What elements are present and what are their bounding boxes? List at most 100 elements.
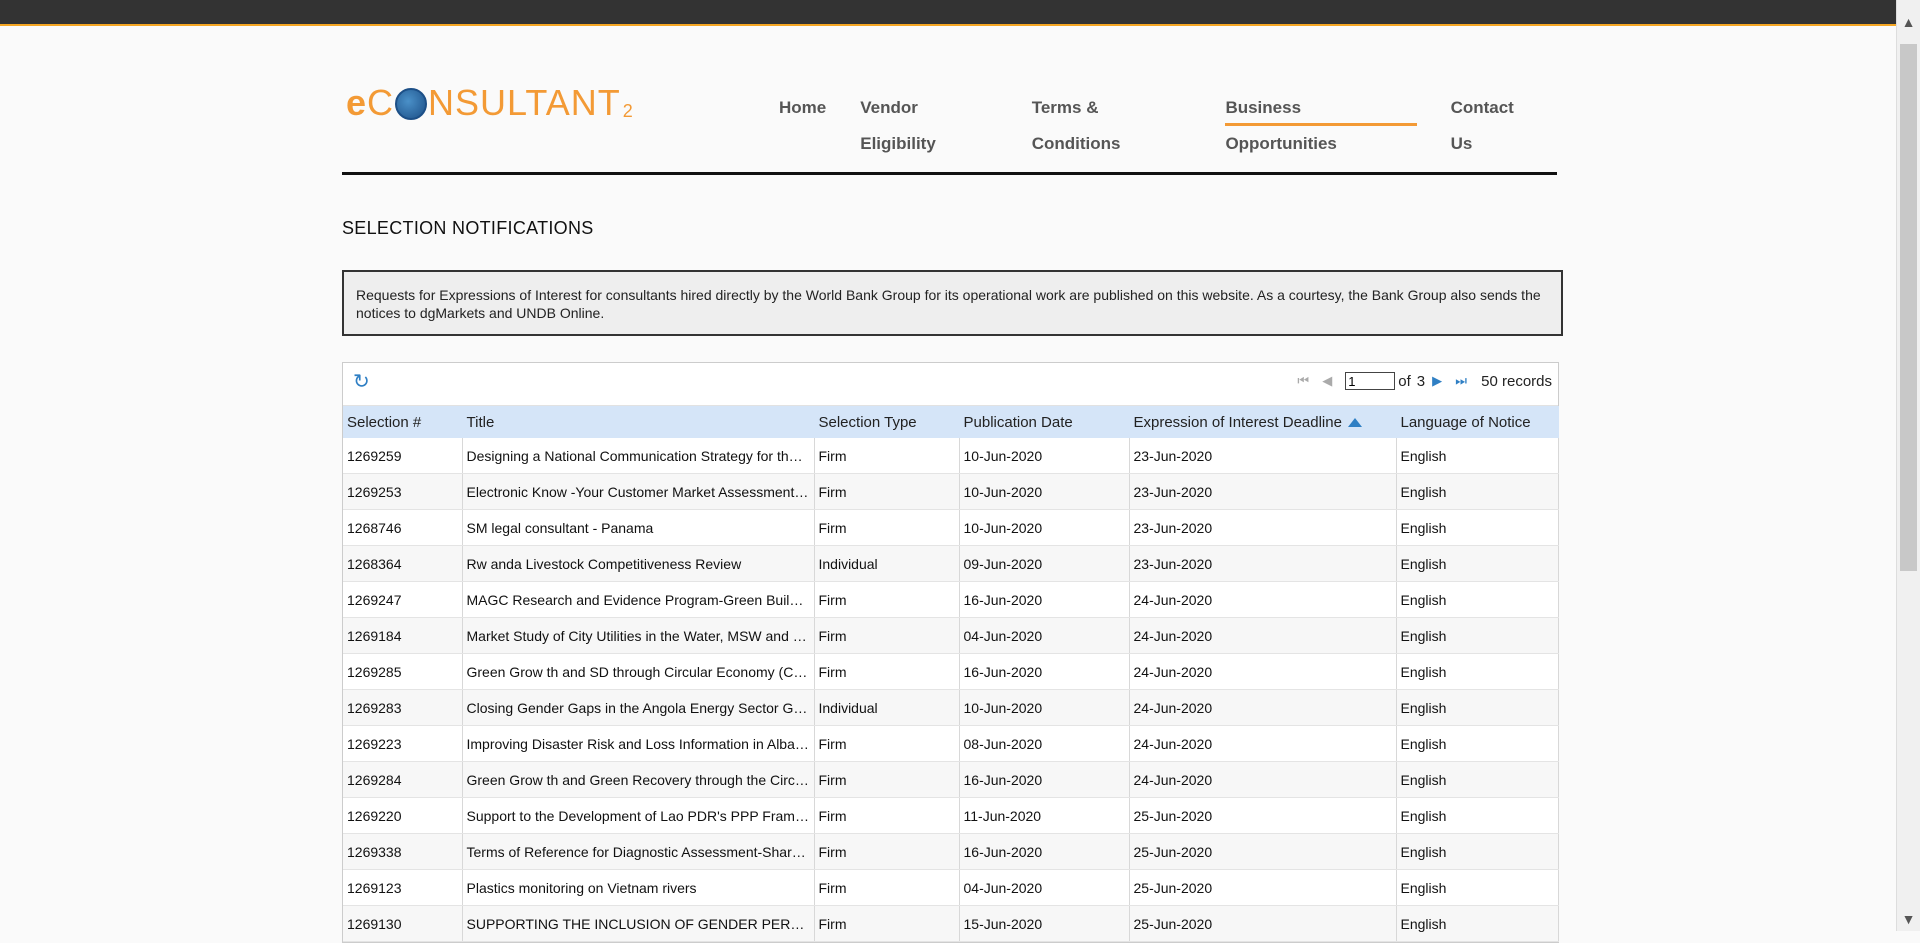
table-row[interactable]: 1269223 Improving Disaster Risk and Loss … [343, 725, 1559, 762]
cell-language: English [1396, 833, 1559, 870]
cell-eoi-deadline: 23-Jun-2020 [1129, 438, 1397, 474]
cell-selection-number: 1269284 [343, 761, 463, 798]
cell-eoi-deadline: 25-Jun-2020 [1129, 833, 1397, 870]
cell-selection-type: Firm [814, 473, 960, 510]
cell-selection-number: 1269259 [343, 438, 463, 474]
scroll-up-icon[interactable]: ▲ [1897, 12, 1920, 32]
col-label: Title [466, 413, 495, 431]
cell-selection-number: 1268364 [343, 545, 463, 582]
col-title[interactable]: Title [462, 406, 815, 438]
cell-selection-type: Firm [814, 797, 960, 834]
prev-page-icon[interactable]: ◀ [1318, 371, 1336, 391]
cell-title[interactable]: SM legal consultant - Panama [462, 509, 815, 546]
col-label: Selection # [347, 413, 422, 431]
cell-publication-date: 04-Jun-2020 [959, 869, 1130, 906]
cell-selection-number: 1269338 [343, 833, 463, 870]
cell-title[interactable]: MAGC Research and Evidence Program-Green… [462, 581, 815, 618]
cell-title[interactable]: Terms of Reference for Diagnostic Assess… [462, 833, 815, 870]
cell-eoi-deadline: 25-Jun-2020 [1129, 905, 1397, 942]
cell-title[interactable]: SUPPORTING THE INCLUSION OF GENDER PERSP… [462, 905, 815, 942]
cell-title[interactable]: Designing a National Communication Strat… [462, 438, 815, 474]
cell-title[interactable]: Electronic Know -Your Customer Market As… [462, 473, 815, 510]
cell-selection-number: 1269253 [343, 473, 463, 510]
table-row[interactable]: 1269220 Support to the Development of Lao… [343, 797, 1559, 834]
nav-terms-conditions[interactable]: Terms & Conditions [1015, 90, 1209, 153]
col-publication-date[interactable]: Publication Date [959, 406, 1130, 438]
cell-title[interactable]: Market Study of City Utilities in the Wa… [462, 617, 815, 654]
page-scrollbar[interactable]: ▲ ▼ [1896, 0, 1920, 931]
col-label: Selection Type [818, 413, 917, 431]
nav-home[interactable]: Home [762, 90, 843, 126]
cell-language: English [1396, 725, 1559, 762]
cell-eoi-deadline: 24-Jun-2020 [1129, 653, 1397, 690]
col-language[interactable]: Language of Notice [1396, 406, 1559, 438]
col-eoi-deadline[interactable]: Expression of Interest Deadline [1129, 406, 1397, 438]
cell-title[interactable]: Rw anda Livestock Competitiveness Review [462, 545, 815, 582]
logo-text: NSULTANT [428, 82, 621, 123]
table-row[interactable]: 1269284 Green Grow th and Green Recovery … [343, 761, 1559, 798]
cell-publication-date: 10-Jun-2020 [959, 473, 1130, 510]
cell-title[interactable]: Support to the Development of Lao PDR's … [462, 797, 815, 834]
cell-title[interactable]: Green Grow th and SD through Circular Ec… [462, 653, 815, 690]
table-row[interactable]: 1269247 MAGC Research and Evidence Progra… [343, 581, 1559, 618]
table-row[interactable]: 1269123 Plastics monitoring on Vietnam ri… [343, 869, 1559, 906]
table-row[interactable]: 1269338 Terms of Reference for Diagnostic… [343, 833, 1559, 870]
last-page-icon[interactable]: ⏭ [1452, 371, 1470, 391]
cell-eoi-deadline: 24-Jun-2020 [1129, 689, 1397, 726]
nav-contact-us[interactable]: Contact Us [1434, 90, 1557, 153]
cell-selection-type: Firm [814, 617, 960, 654]
col-label: Publication Date [963, 413, 1073, 431]
col-selection-number[interactable]: Selection # [343, 406, 463, 438]
table-row[interactable]: 1268746 SM legal consultant - Panama Firm 1… [343, 509, 1559, 546]
first-page-icon[interactable]: ⏮ [1294, 371, 1312, 391]
pager-of-label: of [1398, 372, 1411, 390]
cell-title[interactable]: Closing Gender Gaps in the Angola Energy… [462, 689, 815, 726]
page-title: SELECTION NOTIFICATIONS [342, 218, 594, 238]
next-page-icon[interactable]: ▶ [1428, 371, 1446, 391]
cell-selection-number: 1269130 [343, 905, 463, 942]
cell-selection-type: Firm [814, 833, 960, 870]
cell-title[interactable]: Green Grow th and Green Recovery through… [462, 761, 815, 798]
table-row[interactable]: 1268364 Rw anda Livestock Competitiveness… [343, 545, 1559, 582]
cell-selection-number: 1269123 [343, 869, 463, 906]
cell-selection-number: 1268746 [343, 509, 463, 546]
refresh-icon[interactable]: ↻ [353, 372, 373, 392]
cell-publication-date: 10-Jun-2020 [959, 509, 1130, 546]
cell-title[interactable]: Plastics monitoring on Vietnam rivers [462, 869, 815, 906]
table-row[interactable]: 1269253 Electronic Know -Your Customer Ma… [343, 473, 1559, 510]
table-row[interactable]: 1269285 Green Grow th and SD through Circ… [343, 653, 1559, 690]
nav-vendor-eligibility[interactable]: Vendor Eligibility [843, 90, 1014, 153]
main-nav: Home Vendor Eligibility Terms & Conditio… [762, 90, 1557, 153]
cell-selection-type: Firm [814, 761, 960, 798]
cell-eoi-deadline: 24-Jun-2020 [1129, 761, 1397, 798]
cell-publication-date: 08-Jun-2020 [959, 725, 1130, 762]
cell-publication-date: 15-Jun-2020 [959, 905, 1130, 942]
cell-eoi-deadline: 24-Jun-2020 [1129, 581, 1397, 618]
pager: ⏮ ◀ of 3 ▶ ⏭ 50 records [1291, 371, 1552, 391]
logo-letter-c: C [367, 82, 395, 123]
pager-total-pages: 3 [1416, 372, 1426, 390]
table-row[interactable]: 1269184 Market Study of City Utilities in… [343, 617, 1559, 654]
table-row[interactable]: 1269130 SUPPORTING THE INCLUSION OF GENDE… [343, 905, 1559, 942]
cell-selection-type: Firm [814, 509, 960, 546]
cell-language: English [1396, 545, 1559, 582]
scroll-thumb[interactable] [1900, 44, 1917, 571]
nav-business-opportunities[interactable]: Business Opportunities [1208, 90, 1433, 153]
cell-publication-date: 10-Jun-2020 [959, 438, 1130, 474]
cell-language: English [1396, 761, 1559, 798]
cell-title[interactable]: Improving Disaster Risk and Loss Informa… [462, 725, 815, 762]
cell-selection-number: 1269184 [343, 617, 463, 654]
notifications-grid: ↻ ⏮ ◀ of 3 ▶ ⏭ 50 records Selection # Ti… [342, 362, 1559, 943]
table-row[interactable]: 1269259 Designing a National Communicatio… [343, 438, 1559, 474]
page-container: e C NSULTANT 2 Home Vendor Eligibility T… [342, 24, 1563, 943]
site-logo[interactable]: e C NSULTANT 2 [346, 74, 636, 132]
scroll-down-icon[interactable]: ▼ [1897, 909, 1920, 929]
col-selection-type[interactable]: Selection Type [814, 406, 960, 438]
page-number-input[interactable] [1345, 372, 1396, 390]
cell-selection-type: Firm [814, 725, 960, 762]
logo-subscript: 2 [622, 100, 634, 121]
record-count: 50 records [1481, 372, 1552, 390]
table-row[interactable]: 1269283 Closing Gender Gaps in the Angola… [343, 689, 1559, 726]
cell-selection-type: Firm [814, 438, 960, 474]
cell-language: English [1396, 509, 1559, 546]
